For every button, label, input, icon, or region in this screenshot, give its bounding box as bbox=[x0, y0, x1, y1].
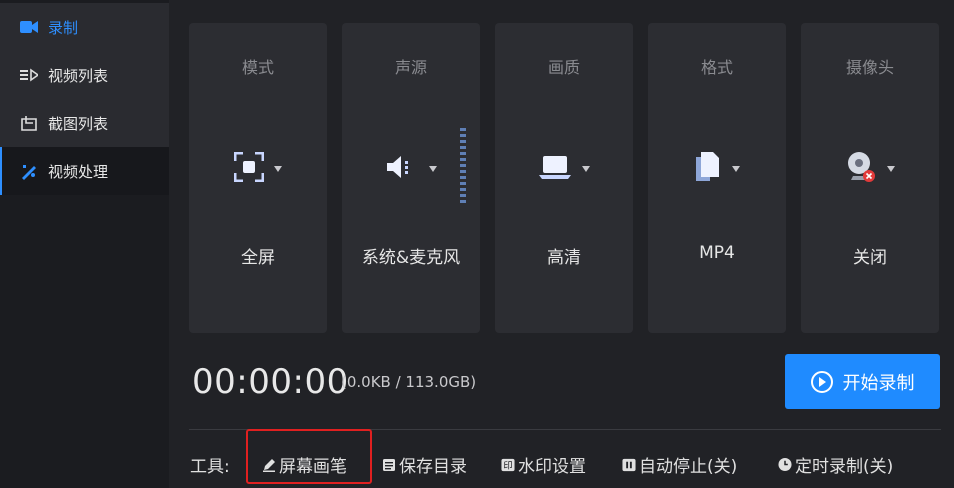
laptop-icon bbox=[538, 154, 572, 184]
start-recording-label: 开始录制 bbox=[842, 372, 915, 394]
webcam-off-icon bbox=[845, 150, 877, 188]
start-recording-button[interactable]: 开始录制 bbox=[785, 354, 940, 409]
highlight-box bbox=[246, 429, 372, 484]
tool-label: 定时录制(关) bbox=[795, 457, 894, 477]
svg-text:印: 印 bbox=[503, 459, 512, 471]
mode-dropdown[interactable] bbox=[189, 151, 327, 187]
chevron-down-icon bbox=[887, 166, 895, 172]
file-icon bbox=[694, 151, 722, 187]
screenshot-list-icon bbox=[20, 114, 38, 132]
sidebar-item-video-edit[interactable]: 视频处理 bbox=[0, 147, 169, 195]
format-card[interactable]: 格式 MP4 bbox=[648, 23, 786, 333]
sidebar-item-record[interactable]: 录制 bbox=[0, 3, 169, 51]
card-title: 格式 bbox=[700, 58, 733, 77]
card-value: 系统&麦克风 bbox=[361, 248, 461, 268]
pause-icon bbox=[622, 458, 636, 472]
sidebar-item-screenshot-list[interactable]: 截图列表 bbox=[0, 99, 169, 147]
sidebar-item-label: 截图列表 bbox=[48, 114, 109, 133]
chevron-down-icon bbox=[732, 166, 740, 172]
sidebar-item-label: 视频列表 bbox=[48, 66, 109, 85]
speaker-icon bbox=[385, 153, 419, 185]
card-value: 高清 bbox=[547, 248, 581, 268]
tool-label: 水印设置 bbox=[518, 457, 586, 477]
chevron-down-icon bbox=[274, 166, 282, 172]
card-title: 模式 bbox=[241, 58, 274, 77]
scheduled-recording-tool[interactable]: 定时录制(关) bbox=[778, 452, 893, 477]
file-size-info: (0.0KB / 113.0GB) bbox=[341, 373, 477, 391]
chevron-down-icon bbox=[429, 166, 437, 172]
card-value: 全屏 bbox=[241, 248, 275, 268]
watermark-settings-tool[interactable]: 印 水印设置 bbox=[501, 452, 586, 477]
tools-label: 工具: bbox=[190, 457, 230, 477]
webcam-card[interactable]: 摄像头 关闭 bbox=[801, 23, 939, 333]
card-title: 摄像头 bbox=[845, 58, 894, 77]
mode-card[interactable]: 模式 全屏 bbox=[189, 23, 327, 333]
tool-label: 自动停止(关) bbox=[639, 457, 738, 477]
card-value: 关闭 bbox=[853, 248, 887, 268]
recording-timer: 00:00:00 bbox=[192, 362, 349, 402]
watermark-icon: 印 bbox=[501, 458, 515, 472]
sidebar-item-video-list[interactable]: 视频列表 bbox=[0, 51, 169, 99]
sidebar-item-label: 录制 bbox=[48, 18, 79, 37]
card-title: 声源 bbox=[394, 58, 427, 77]
card-title: 画质 bbox=[547, 58, 580, 77]
webcam-dropdown[interactable] bbox=[801, 151, 939, 187]
format-dropdown[interactable] bbox=[648, 151, 786, 187]
save-directory-tool[interactable]: 保存目录 bbox=[382, 452, 467, 477]
sidebar: 录制 视频列表 截图列表 视频处理 bbox=[0, 0, 169, 488]
tool-label: 保存目录 bbox=[399, 457, 467, 477]
quality-card[interactable]: 画质 高清 bbox=[495, 23, 633, 333]
audio-source-card[interactable]: 声源 系统&麦克风 bbox=[342, 23, 480, 333]
sidebar-item-label: 视频处理 bbox=[48, 162, 109, 181]
volume-meter bbox=[460, 128, 466, 203]
clock-icon bbox=[778, 457, 792, 472]
chevron-down-icon bbox=[582, 166, 590, 172]
play-icon bbox=[810, 370, 833, 393]
video-edit-icon bbox=[20, 162, 38, 180]
folder-list-icon bbox=[382, 458, 396, 472]
quality-dropdown[interactable] bbox=[495, 151, 633, 187]
video-camera-icon bbox=[20, 18, 38, 36]
fullscreen-icon bbox=[233, 151, 265, 186]
video-list-icon bbox=[20, 66, 38, 84]
card-value: MP4 bbox=[699, 243, 735, 263]
auto-stop-tool[interactable]: 自动停止(关) bbox=[622, 452, 737, 477]
